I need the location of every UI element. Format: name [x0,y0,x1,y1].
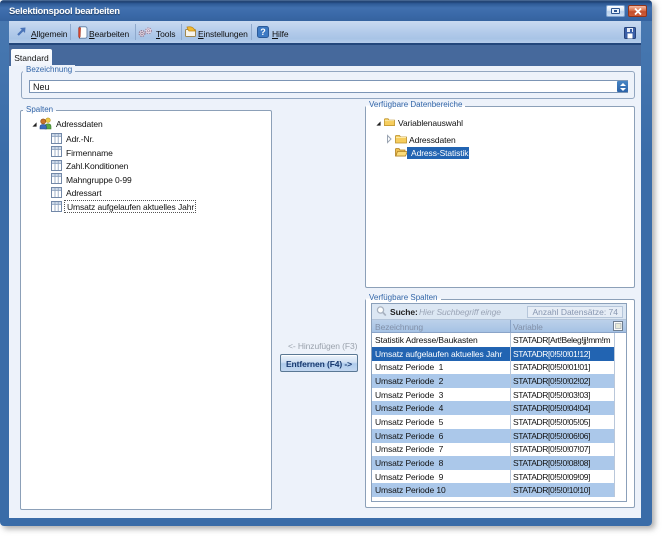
svg-text:?: ? [260,27,266,37]
